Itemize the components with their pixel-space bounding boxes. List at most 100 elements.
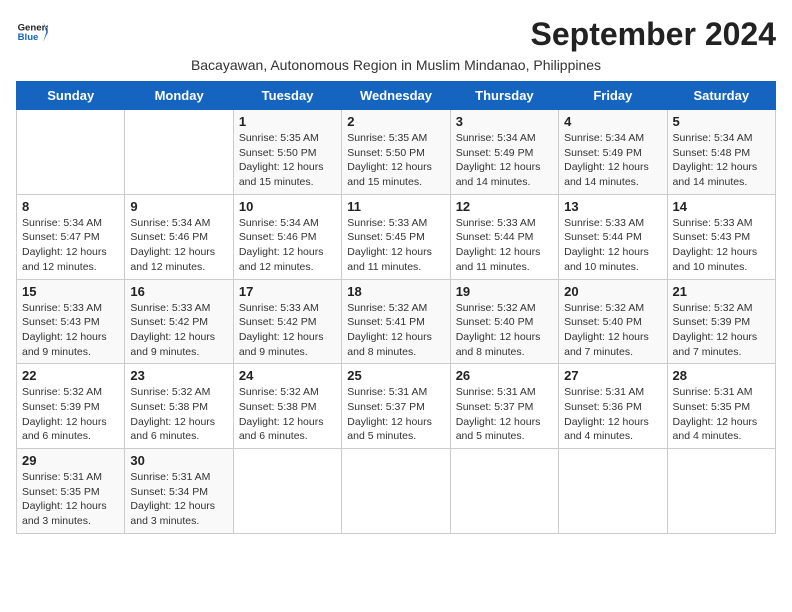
day-info: Sunrise: 5:32 AMSunset: 5:38 PMDaylight:…	[130, 385, 227, 444]
day-info: Sunrise: 5:31 AMSunset: 5:35 PMDaylight:…	[22, 470, 119, 529]
weekday-header-saturday: Saturday	[667, 82, 775, 110]
calendar-cell	[125, 110, 233, 195]
day-number: 2	[347, 114, 444, 129]
calendar-header: SundayMondayTuesdayWednesdayThursdayFrid…	[17, 82, 776, 110]
calendar-week-4: 22 Sunrise: 5:32 AMSunset: 5:39 PMDayligh…	[17, 364, 776, 449]
day-number: 8	[22, 199, 119, 214]
day-number: 10	[239, 199, 336, 214]
calendar-cell: 8Sunrise: 5:34 AMSunset: 5:47 PMDaylight…	[17, 194, 125, 279]
day-info: Sunrise: 5:33 AMSunset: 5:44 PMDaylight:…	[456, 216, 553, 275]
weekday-header-thursday: Thursday	[450, 82, 558, 110]
general-blue-logo: General Blue	[16, 16, 48, 48]
calendar-cell: 1 Sunrise: 5:35 AMSunset: 5:50 PMDaylight…	[233, 110, 341, 195]
day-info: Sunrise: 5:31 AMSunset: 5:35 PMDaylight:…	[673, 385, 770, 444]
calendar-cell: 12 Sunrise: 5:33 AMSunset: 5:44 PMDayligh…	[450, 194, 558, 279]
calendar-cell: 2 Sunrise: 5:35 AMSunset: 5:50 PMDaylight…	[342, 110, 450, 195]
calendar-week-1: 1 Sunrise: 5:35 AMSunset: 5:50 PMDaylight…	[17, 110, 776, 195]
calendar-cell: 18 Sunrise: 5:32 AMSunset: 5:41 PMDayligh…	[342, 279, 450, 364]
subtitle: Bacayawan, Autonomous Region in Muslim M…	[16, 57, 776, 73]
calendar-week-5: 29 Sunrise: 5:31 AMSunset: 5:35 PMDayligh…	[17, 449, 776, 534]
day-info: Sunrise: 5:32 AMSunset: 5:40 PMDaylight:…	[564, 301, 661, 360]
calendar-cell: 28 Sunrise: 5:31 AMSunset: 5:35 PMDayligh…	[667, 364, 775, 449]
day-number: 17	[239, 284, 336, 299]
day-number: 11	[347, 199, 444, 214]
day-number: 26	[456, 368, 553, 383]
day-info: Sunrise: 5:33 AMSunset: 5:43 PMDaylight:…	[673, 216, 770, 275]
calendar-cell: 24 Sunrise: 5:32 AMSunset: 5:38 PMDayligh…	[233, 364, 341, 449]
day-info: Sunrise: 5:35 AMSunset: 5:50 PMDaylight:…	[347, 131, 444, 190]
calendar-cell: 11 Sunrise: 5:33 AMSunset: 5:45 PMDayligh…	[342, 194, 450, 279]
day-info: Sunrise: 5:33 AMSunset: 5:45 PMDaylight:…	[347, 216, 444, 275]
day-info: Sunrise: 5:32 AMSunset: 5:38 PMDaylight:…	[239, 385, 336, 444]
day-number: 22	[22, 368, 119, 383]
day-info: Sunrise: 5:31 AMSunset: 5:37 PMDaylight:…	[347, 385, 444, 444]
calendar-body: 1 Sunrise: 5:35 AMSunset: 5:50 PMDaylight…	[17, 110, 776, 534]
day-number: 28	[673, 368, 770, 383]
calendar-cell: 9 Sunrise: 5:34 AMSunset: 5:46 PMDaylight…	[125, 194, 233, 279]
day-number: 29	[22, 453, 119, 468]
calendar-cell: 3Sunrise: 5:34 AMSunset: 5:49 PMDaylight…	[450, 110, 558, 195]
calendar-cell: 14 Sunrise: 5:33 AMSunset: 5:43 PMDayligh…	[667, 194, 775, 279]
calendar-cell: 20 Sunrise: 5:32 AMSunset: 5:40 PMDayligh…	[559, 279, 667, 364]
calendar-cell: 17 Sunrise: 5:33 AMSunset: 5:42 PMDayligh…	[233, 279, 341, 364]
calendar-cell: 19 Sunrise: 5:32 AMSunset: 5:40 PMDayligh…	[450, 279, 558, 364]
day-number: 14	[673, 199, 770, 214]
calendar-cell	[17, 110, 125, 195]
day-number: 13	[564, 199, 661, 214]
calendar-cell: 13 Sunrise: 5:33 AMSunset: 5:44 PMDayligh…	[559, 194, 667, 279]
calendar-cell	[233, 449, 341, 534]
day-info: Sunrise: 5:33 AMSunset: 5:43 PMDaylight:…	[22, 301, 119, 360]
day-info: Sunrise: 5:31 AMSunset: 5:37 PMDaylight:…	[456, 385, 553, 444]
weekday-header-sunday: Sunday	[17, 82, 125, 110]
day-number: 16	[130, 284, 227, 299]
day-number: 24	[239, 368, 336, 383]
page-title: September 2024	[531, 16, 776, 53]
calendar-cell: 4Sunrise: 5:34 AMSunset: 5:49 PMDaylight…	[559, 110, 667, 195]
calendar-cell	[667, 449, 775, 534]
calendar-cell: 26 Sunrise: 5:31 AMSunset: 5:37 PMDayligh…	[450, 364, 558, 449]
day-number: 5	[673, 114, 770, 129]
weekday-header-tuesday: Tuesday	[233, 82, 341, 110]
calendar-week-3: 15 Sunrise: 5:33 AMSunset: 5:43 PMDayligh…	[17, 279, 776, 364]
day-info: Sunrise: 5:32 AMSunset: 5:40 PMDaylight:…	[456, 301, 553, 360]
weekday-header-monday: Monday	[125, 82, 233, 110]
day-number: 25	[347, 368, 444, 383]
svg-text:Blue: Blue	[18, 32, 39, 43]
day-info: Sunrise: 5:33 AMSunset: 5:42 PMDaylight:…	[130, 301, 227, 360]
day-info: Sunrise: 5:33 AMSunset: 5:42 PMDaylight:…	[239, 301, 336, 360]
day-info: Sunrise: 5:35 AMSunset: 5:50 PMDaylight:…	[239, 131, 336, 190]
day-info: Sunrise: 5:32 AMSunset: 5:39 PMDaylight:…	[22, 385, 119, 444]
day-info: Sunrise: 5:34 AMSunset: 5:49 PMDaylight:…	[456, 131, 553, 190]
calendar-cell: 5 Sunrise: 5:34 AMSunset: 5:48 PMDaylight…	[667, 110, 775, 195]
calendar-cell: 10 Sunrise: 5:34 AMSunset: 5:46 PMDayligh…	[233, 194, 341, 279]
day-info: Sunrise: 5:32 AMSunset: 5:41 PMDaylight:…	[347, 301, 444, 360]
day-number: 9	[130, 199, 227, 214]
calendar-cell: 27 Sunrise: 5:31 AMSunset: 5:36 PMDayligh…	[559, 364, 667, 449]
calendar-cell: 23Sunrise: 5:32 AMSunset: 5:38 PMDayligh…	[125, 364, 233, 449]
day-number: 19	[456, 284, 553, 299]
day-info: Sunrise: 5:32 AMSunset: 5:39 PMDaylight:…	[673, 301, 770, 360]
day-number: 15	[22, 284, 119, 299]
day-info: Sunrise: 5:34 AMSunset: 5:46 PMDaylight:…	[130, 216, 227, 275]
calendar-cell: 22 Sunrise: 5:32 AMSunset: 5:39 PMDayligh…	[17, 364, 125, 449]
day-number: 1	[239, 114, 336, 129]
day-info: Sunrise: 5:33 AMSunset: 5:44 PMDaylight:…	[564, 216, 661, 275]
day-info: Sunrise: 5:31 AMSunset: 5:34 PMDaylight:…	[130, 470, 227, 529]
calendar-cell	[559, 449, 667, 534]
day-info: Sunrise: 5:34 AMSunset: 5:48 PMDaylight:…	[673, 131, 770, 190]
day-info: Sunrise: 5:34 AMSunset: 5:49 PMDaylight:…	[564, 131, 661, 190]
calendar-cell: 16 Sunrise: 5:33 AMSunset: 5:42 PMDayligh…	[125, 279, 233, 364]
calendar-cell: 30Sunrise: 5:31 AMSunset: 5:34 PMDayligh…	[125, 449, 233, 534]
day-info: Sunrise: 5:34 AMSunset: 5:46 PMDaylight:…	[239, 216, 336, 275]
calendar-cell	[450, 449, 558, 534]
calendar-cell: 21Sunrise: 5:32 AMSunset: 5:39 PMDayligh…	[667, 279, 775, 364]
day-number: 20	[564, 284, 661, 299]
calendar-week-2: 8Sunrise: 5:34 AMSunset: 5:47 PMDaylight…	[17, 194, 776, 279]
calendar-cell: 15 Sunrise: 5:33 AMSunset: 5:43 PMDayligh…	[17, 279, 125, 364]
day-info: Sunrise: 5:31 AMSunset: 5:36 PMDaylight:…	[564, 385, 661, 444]
day-number: 27	[564, 368, 661, 383]
weekday-header-friday: Friday	[559, 82, 667, 110]
day-number: 12	[456, 199, 553, 214]
calendar-cell	[342, 449, 450, 534]
day-number: 18	[347, 284, 444, 299]
